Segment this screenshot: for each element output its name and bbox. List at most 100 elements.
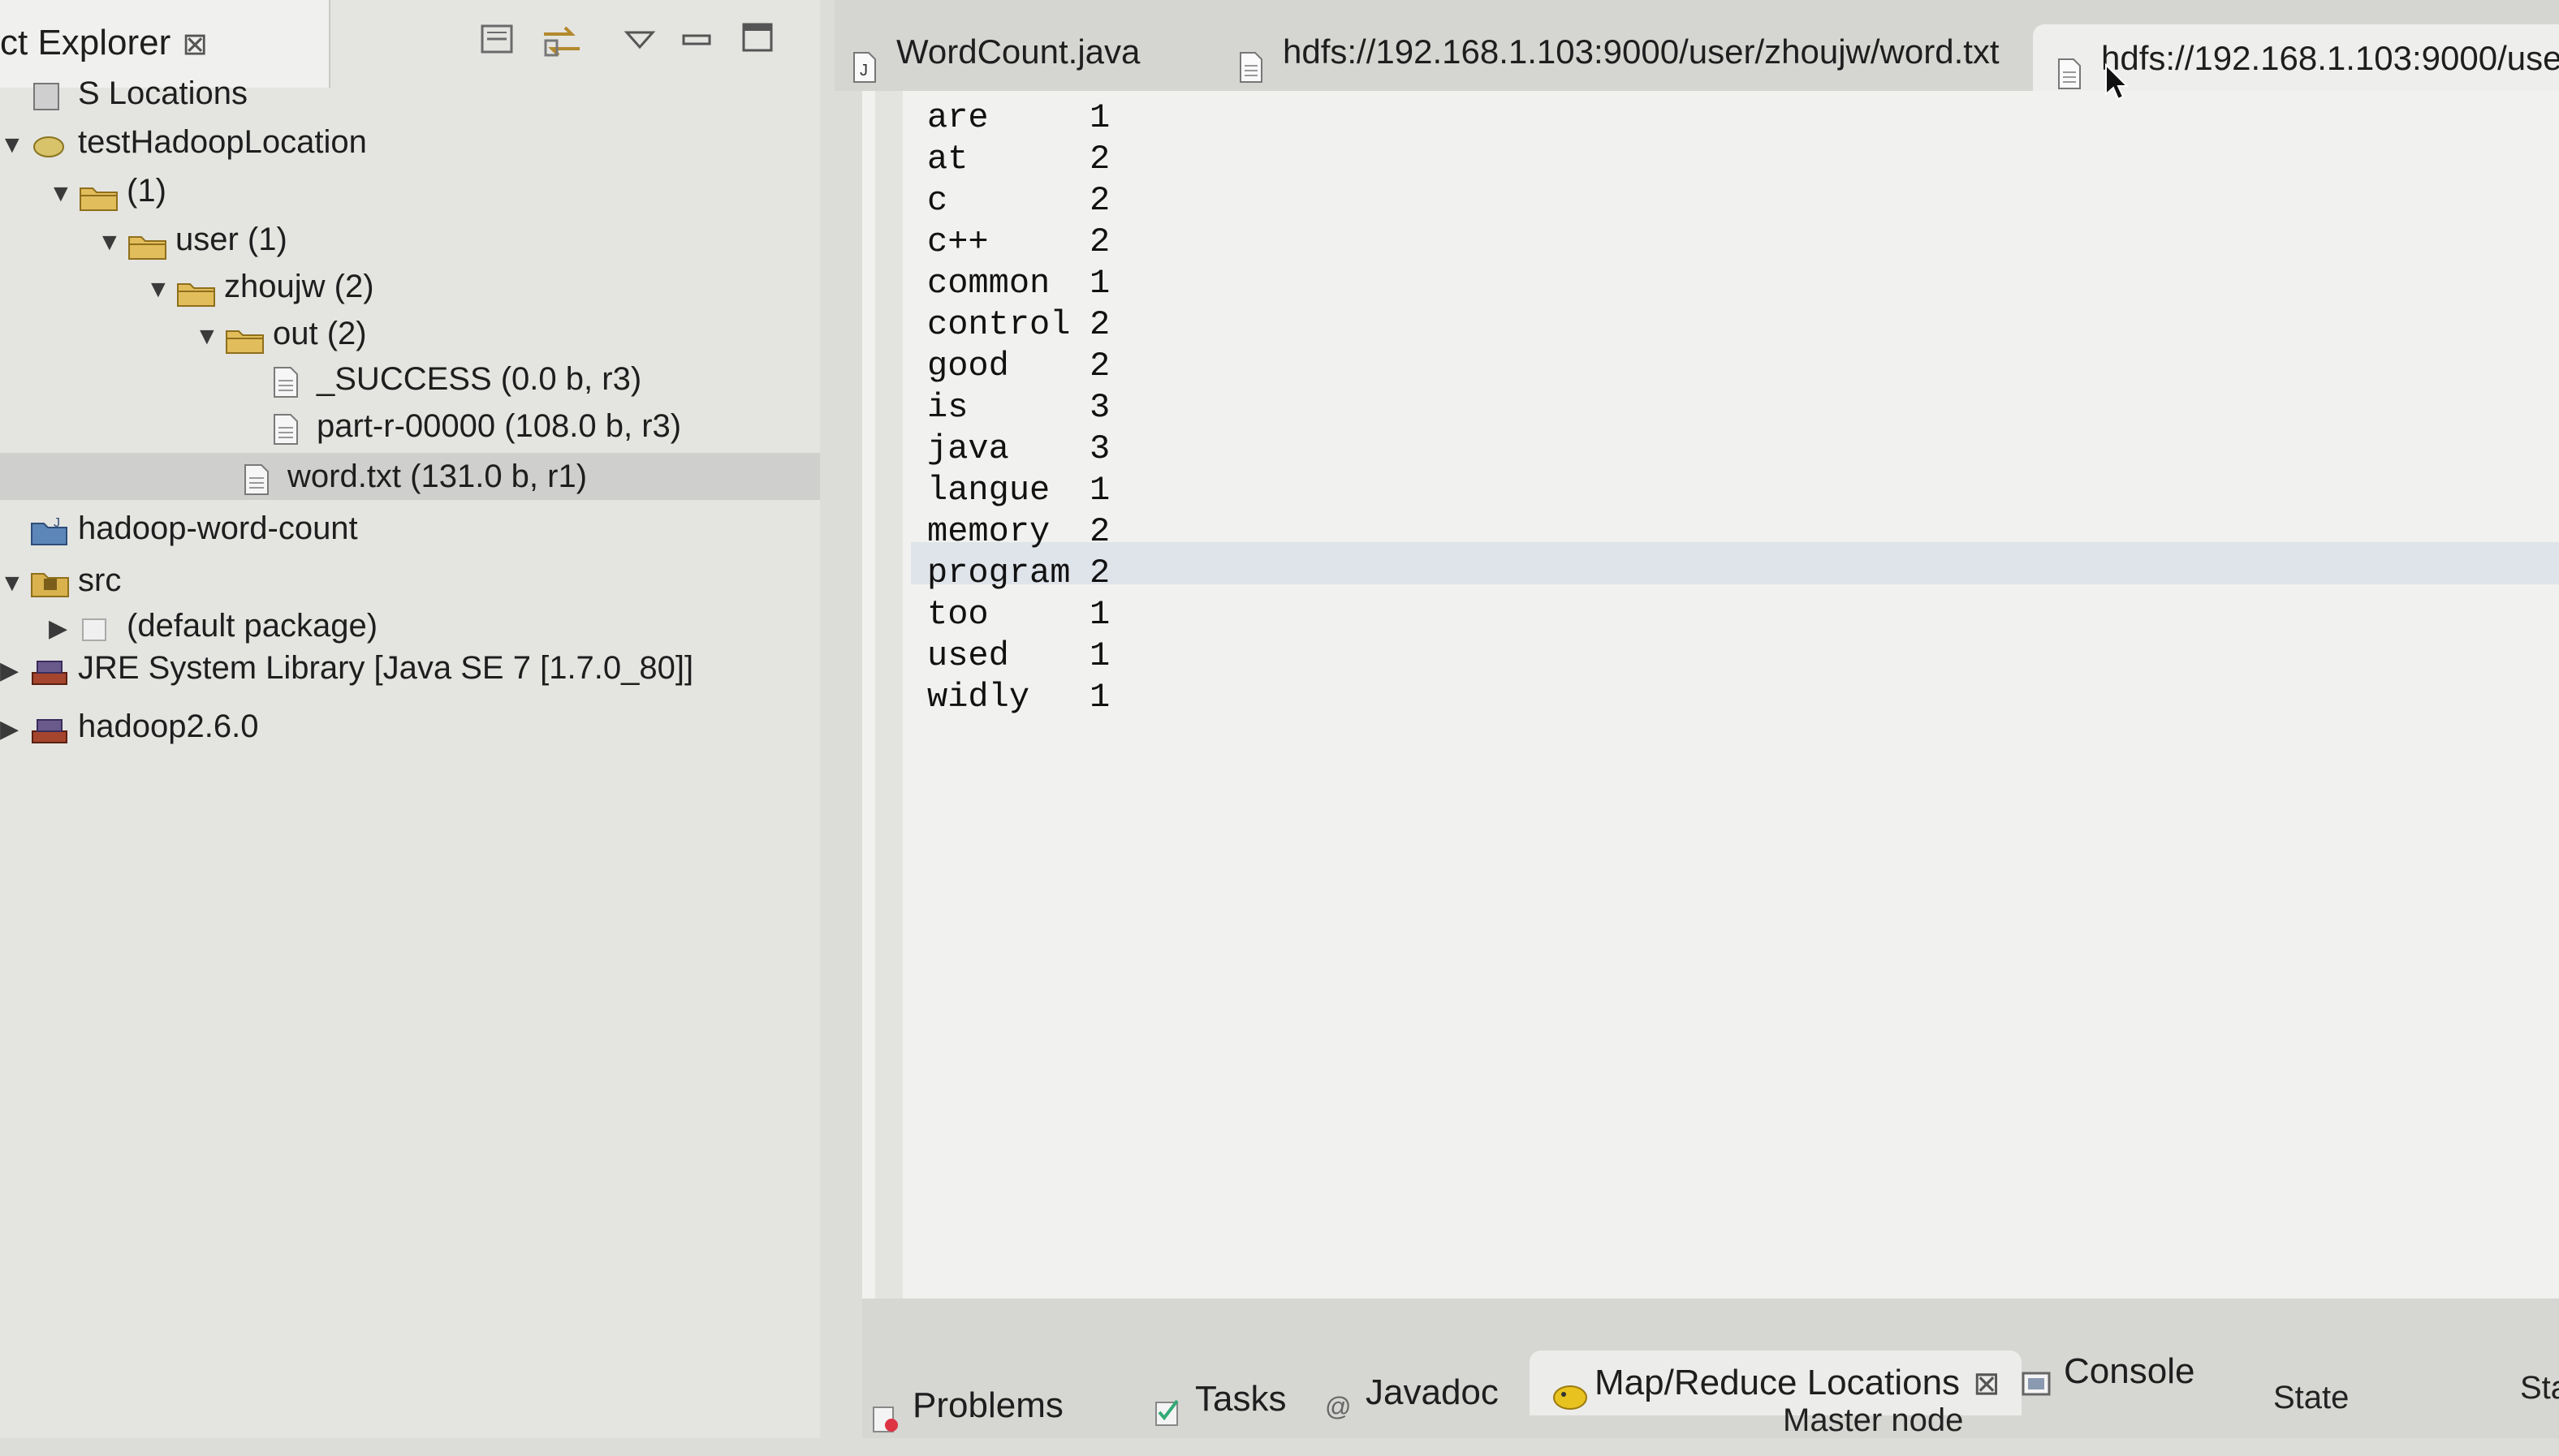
project-explorer-label: ct Explorer <box>0 23 171 62</box>
tree-item[interactable]: word.txt (131.0 b, r1) <box>0 453 820 500</box>
tree-item-label: part-r-00000 (108.0 b, r3) <box>317 408 682 444</box>
word-text: java <box>927 429 1009 468</box>
tree-item[interactable]: ▼ zhoujw (2) <box>0 263 374 310</box>
current-line-highlight <box>911 542 2559 584</box>
editor-line: at 2 <box>927 139 1110 179</box>
expand-toggle-icon[interactable]: ▼ <box>49 170 78 218</box>
link-with-editor-icon[interactable] <box>539 21 585 70</box>
maximize-icon[interactable] <box>740 21 775 62</box>
tree-item[interactable]: ▼ src <box>0 557 121 604</box>
tree-item-label: (default package) <box>127 608 378 644</box>
tree-item[interactable]: _SUCCESS (0.0 b, r3) <box>0 355 641 403</box>
word-text: memory <box>927 512 1051 551</box>
count-text: 1 <box>1090 264 1111 303</box>
dfs-icon <box>29 79 71 111</box>
count-text: 3 <box>1090 429 1111 468</box>
count-text: 2 <box>1090 554 1111 592</box>
editor-gutter <box>875 91 903 1308</box>
editor-line: java 3 <box>927 429 1110 469</box>
tree-item-label: word.txt (131.0 b, r1) <box>287 459 588 494</box>
tree-item[interactable]: ▼ (1) <box>0 167 166 214</box>
tab-word-txt[interactable]: hdfs://192.168.1.103:9000/user/zhoujw/wo… <box>1239 18 2000 86</box>
tree-item[interactable]: part-r-00000 (108.0 b, r3) <box>0 403 681 450</box>
word-text: too <box>927 595 989 634</box>
expand-toggle-icon[interactable]: ▼ <box>97 219 127 266</box>
folder-icon <box>127 227 169 261</box>
tree-item-label: user (1) <box>175 222 287 257</box>
word-text: c <box>927 181 948 220</box>
tree-item[interactable]: ▼ testHadoopLocation <box>0 118 367 166</box>
editor-line: program 2 <box>927 553 1110 593</box>
tab-problems[interactable]: Problems <box>869 1373 1064 1438</box>
collapse-all-icon[interactable] <box>479 21 516 65</box>
location-icon <box>29 127 71 160</box>
tasks-icon <box>1151 1385 1184 1427</box>
expand-toggle-icon[interactable]: ▶ <box>0 648 29 695</box>
bottom-panel: Problems Tasks @ Javadoc Map/Reduce Locat… <box>862 1299 2559 1438</box>
word-text: good <box>927 347 1009 386</box>
file-icon <box>244 462 270 496</box>
column-master-node[interactable]: Master node <box>1783 1402 1963 1439</box>
tab-wordcount-java[interactable]: J WordCount.java <box>852 18 1140 86</box>
tab-javadoc[interactable]: @ Javadoc <box>1322 1360 1499 1425</box>
tree-item[interactable]: S Locations <box>0 70 248 117</box>
editor-line: c2 <box>927 180 1110 221</box>
tree-item-label: src <box>78 562 122 598</box>
minimize-icon[interactable] <box>680 21 713 60</box>
mouse-cursor-icon <box>2105 63 2129 101</box>
tab-label: Map/Reduce Locations <box>1595 1363 1961 1402</box>
project-icon: J <box>29 514 71 546</box>
package-folder-icon <box>29 566 71 598</box>
editor-line: are 1 <box>927 97 1110 138</box>
editor-line: control 2 <box>927 304 1110 345</box>
count-text: 2 <box>1090 222 1111 261</box>
editor-tab-bar: J WordCount.java hdfs://192.168.1.103:900… <box>835 0 2559 93</box>
tree-item-label: testHadoopLocation <box>78 124 367 160</box>
expand-toggle-icon[interactable]: ▼ <box>146 266 175 313</box>
count-text: 1 <box>1090 678 1111 717</box>
tab-label: Problems <box>913 1385 1064 1425</box>
tab-tasks[interactable]: Tasks <box>1151 1367 1286 1432</box>
count-text: 1 <box>1090 471 1111 510</box>
tree-item-label: hadoop2.6.0 <box>78 709 259 744</box>
tree-item[interactable]: ▼ user (1) <box>0 216 287 263</box>
count-text: 2 <box>1090 305 1111 344</box>
close-icon[interactable]: ⊠ <box>1973 1366 2000 1402</box>
editor-line: too 1 <box>927 594 1110 635</box>
text-editor[interactable]: are 1 at 2 c 2 c++ 2 common 1 control 2 good 2 is 3 java… <box>862 91 2559 1325</box>
tab-label: hdfs://192.168.1.103:9000/user/zh <box>2101 39 2559 77</box>
tree-item[interactable]: ▶ (default package) <box>0 602 378 649</box>
project-explorer-panel: ct Explorer ⊠ S Locations ▼ testHadoopLocat… <box>0 0 820 1438</box>
javadoc-icon: @ <box>1322 1378 1354 1421</box>
tab-label: WordCount.java <box>896 32 1141 71</box>
tab-label: Console <box>2064 1351 2195 1391</box>
tab-label: Javadoc <box>1366 1372 1499 1412</box>
expand-toggle-icon[interactable]: ▼ <box>0 122 29 169</box>
tree-item[interactable]: Jhadoop-word-count <box>0 505 358 552</box>
close-icon[interactable]: ⊠ <box>182 28 208 62</box>
editor-line: langue 1 <box>927 470 1110 510</box>
column-state[interactable]: State <box>2273 1380 2349 1416</box>
count-text: 1 <box>1090 636 1111 675</box>
column-status[interactable]: Statu <box>2520 1370 2559 1406</box>
tab-label: Tasks <box>1195 1379 1287 1419</box>
tab-console[interactable]: Console <box>2020 1339 2194 1404</box>
tree-item[interactable]: ▶ JRE System Library [Java SE 7 [1.7.0_80… <box>0 644 693 691</box>
view-menu-icon[interactable] <box>624 21 656 60</box>
tree-item-label: out (2) <box>273 316 367 351</box>
svg-text:@: @ <box>1325 1392 1351 1421</box>
count-text: 2 <box>1090 347 1111 386</box>
tree-item-label: (1) <box>127 173 166 209</box>
word-text: program <box>927 554 1071 592</box>
count-text: 2 <box>1090 181 1111 220</box>
expand-toggle-icon[interactable]: ▼ <box>0 560 29 607</box>
tree-item[interactable]: ▶ hadoop2.6.0 <box>0 703 258 750</box>
tree-item[interactable]: ▼ out (2) <box>0 310 367 357</box>
expand-toggle-icon[interactable]: ▶ <box>0 706 29 753</box>
tab-label: hdfs://192.168.1.103:9000/user/zhoujw/wo… <box>1283 32 2000 71</box>
editor-line: widly 1 <box>927 677 1110 717</box>
tree-item-label: JRE System Library [Java SE 7 [1.7.0_80]… <box>78 650 694 686</box>
word-text: c++ <box>927 222 989 261</box>
expand-toggle-icon[interactable]: ▼ <box>195 313 224 360</box>
word-text: is <box>927 388 969 427</box>
